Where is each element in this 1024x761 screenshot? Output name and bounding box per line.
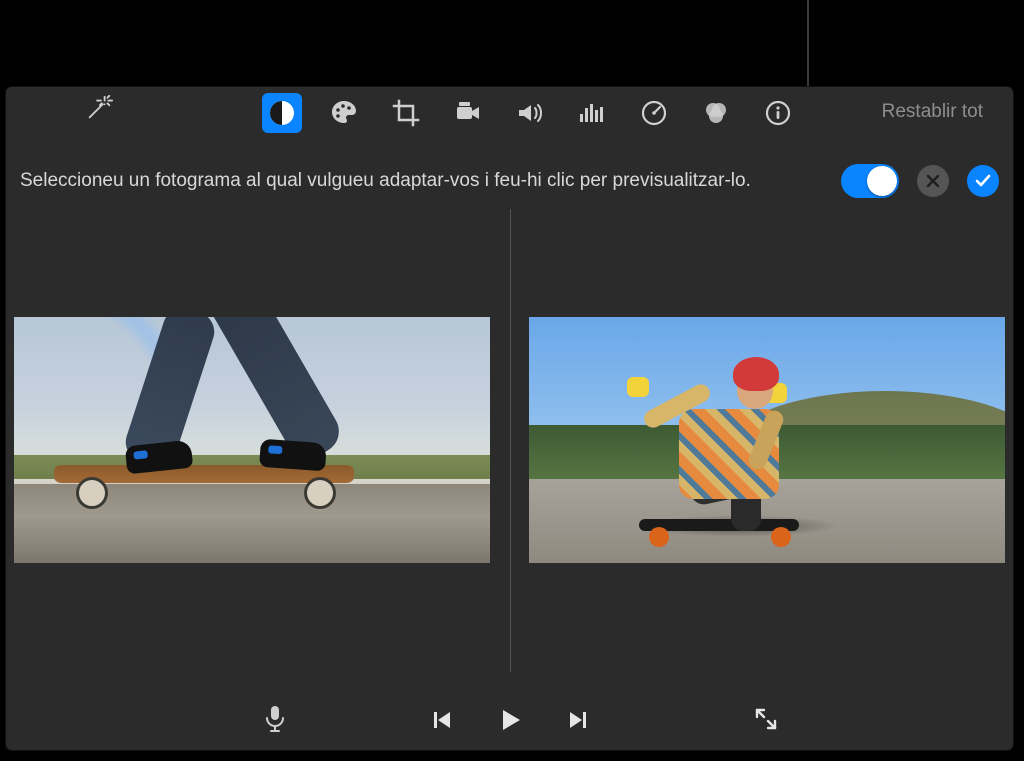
speedometer-icon xyxy=(639,98,669,128)
crop-icon xyxy=(392,99,420,127)
previous-frame-button[interactable] xyxy=(425,703,459,737)
magic-wand-icon xyxy=(84,93,114,123)
instruction-text: Seleccioneu un fotograma al qual vulgueu… xyxy=(20,170,751,192)
next-frame-button[interactable] xyxy=(561,703,595,737)
microphone-icon xyxy=(262,704,288,734)
skip-previous-icon xyxy=(430,708,454,732)
voiceover-button[interactable] xyxy=(258,702,292,736)
viewer-panel: Restablir tot Seleccioneu un fotograma a… xyxy=(6,87,1013,750)
equalizer-icon xyxy=(577,98,607,128)
filters-button[interactable] xyxy=(696,93,736,133)
info-icon xyxy=(763,98,793,128)
palette-icon xyxy=(329,98,359,128)
equalizer-button[interactable] xyxy=(572,93,612,133)
play-icon xyxy=(496,706,524,734)
close-icon xyxy=(924,172,942,190)
color-balance-controls xyxy=(841,159,999,203)
speed-button[interactable] xyxy=(634,93,674,133)
preview-area xyxy=(6,209,1013,672)
source-frame-preview[interactable] xyxy=(14,317,490,563)
apply-button[interactable] xyxy=(967,165,999,197)
fullscreen-icon xyxy=(753,706,779,732)
stabilize-button[interactable] xyxy=(448,93,488,133)
magic-wand-button[interactable] xyxy=(84,93,114,123)
transport-bar xyxy=(6,690,1013,750)
cancel-button[interactable] xyxy=(917,165,949,197)
info-button[interactable] xyxy=(758,93,798,133)
play-button[interactable] xyxy=(493,703,527,737)
check-icon xyxy=(973,171,993,191)
adjustments-toolbar: Restablir tot xyxy=(6,87,1013,145)
speaker-icon xyxy=(515,98,545,128)
crop-button[interactable] xyxy=(386,93,426,133)
fullscreen-button[interactable] xyxy=(749,702,783,736)
toggle-knob xyxy=(867,166,897,196)
skip-next-icon xyxy=(566,708,590,732)
callout-line xyxy=(807,0,809,98)
reset-all-button[interactable]: Restablir tot xyxy=(882,101,983,123)
color-balance-icon xyxy=(267,98,297,128)
preview-divider xyxy=(510,209,511,672)
color-correction-button[interactable] xyxy=(324,93,364,133)
overlapping-circles-icon xyxy=(701,98,731,128)
color-balance-button[interactable] xyxy=(262,93,302,133)
target-frame-preview[interactable] xyxy=(529,317,1005,563)
video-camera-icon xyxy=(453,98,483,128)
match-color-toggle[interactable] xyxy=(841,164,899,198)
volume-button[interactable] xyxy=(510,93,550,133)
